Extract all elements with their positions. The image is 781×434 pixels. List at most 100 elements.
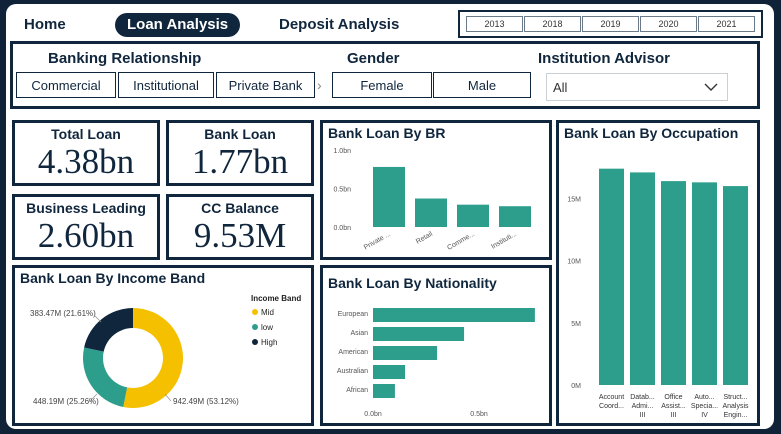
y-tick-label: 0.5bn (333, 187, 351, 194)
chart-bank-loan-by-nationality: Bank Loan By Nationality European Asian Am… (320, 265, 552, 426)
x-tick-label: Private ... (363, 231, 392, 252)
x-tick-label: Datab... (630, 394, 655, 401)
x-tick-label: 0.0bn (364, 411, 382, 418)
x-tick-label: IV (701, 412, 708, 419)
y-tick-label: 5M (571, 321, 581, 328)
dashboard-canvas: Home Loan Analysis Deposit Analysis 2013… (6, 4, 774, 429)
banking-relationship-title: Banking Relationship (48, 50, 202, 67)
y-tick-label: African (346, 387, 368, 394)
y-tick-label: 10M (567, 259, 581, 266)
bar-2 (373, 346, 438, 360)
leader-line (164, 393, 172, 402)
bar-1 (373, 327, 465, 341)
data-label: 448.19M (25.26%) (33, 397, 99, 406)
bar-4 (723, 186, 748, 385)
nav-deposit-analysis[interactable]: Deposit Analysis (279, 13, 399, 37)
kpi-bank-loan: Bank Loan 1.77bn (166, 120, 314, 186)
bar-0 (373, 166, 405, 227)
nav-loan-analysis[interactable]: Loan Analysis (115, 13, 241, 37)
year-button-2013[interactable]: 2013 (466, 16, 523, 32)
bar-3 (373, 365, 406, 379)
x-tick-label: Account (599, 394, 624, 401)
filter-female[interactable]: Female (332, 72, 432, 98)
kpi-total-loan-title: Total Loan (51, 126, 121, 142)
occupation-chart-svg: 0M 5M 10M 15M Account Coord... Datab... Admi...… (567, 168, 749, 419)
y-tick-label: Australian (337, 368, 368, 375)
y-tick-label: Asian (350, 330, 368, 337)
kpi-cc-balance-title: CC Balance (201, 200, 279, 216)
chart-bank-loan-by-income-band: Bank Loan By Income Band 942.49M (53.12%… (12, 265, 314, 426)
kpi-bank-loan-title: Bank Loan (204, 126, 276, 142)
year-button-2019[interactable]: 2019 (582, 16, 639, 32)
x-tick-label: Auto... (694, 394, 714, 401)
x-tick-label: Specia... (691, 403, 718, 410)
kpi-business-leading: Business Leading 2.60bn (12, 194, 160, 260)
legend-label: High (261, 338, 277, 347)
br-chart-svg: 0.0bn 0.5bn 1.0bn Private ... Retail Comme...… (333, 148, 531, 252)
filter-male[interactable]: Male (433, 72, 531, 98)
kpi-business-leading-value: 2.60bn (37, 216, 135, 255)
x-tick-label: Coord... (599, 403, 624, 410)
bar-0 (373, 308, 535, 322)
bar-2 (661, 181, 686, 385)
legend-marker (252, 309, 258, 315)
chart-bank-loan-by-occupation: Bank Loan By Occupation 0M 5M 10M 15M Accoun… (556, 120, 760, 426)
legend-marker (252, 339, 258, 345)
x-tick-label: Engin... (724, 412, 748, 419)
gender-title: Gender (347, 50, 400, 67)
leader-line (94, 315, 102, 323)
chevron-down-icon (703, 79, 719, 98)
x-tick-label: Instituti... (490, 231, 518, 251)
y-tick-label: 1.0bn (333, 148, 351, 155)
institution-advisor-dropdown[interactable]: All (546, 73, 728, 101)
kpi-cc-balance: CC Balance 9.53M (166, 194, 314, 260)
y-tick-label: American (338, 349, 368, 356)
bar-3 (499, 206, 531, 227)
x-tick-label: Retail (415, 230, 434, 245)
bar-1 (415, 198, 447, 227)
x-tick-label: Analysis (722, 403, 749, 410)
x-tick-label: III (671, 412, 677, 419)
legend-label: Mid (261, 308, 274, 317)
year-slicer: 2013 2018 2019 2020 2021 (458, 10, 763, 38)
bar-3 (692, 182, 717, 385)
x-tick-label: III (640, 412, 646, 419)
dropdown-value: All (553, 79, 568, 95)
x-tick-label: Assist... (661, 403, 686, 410)
bar-1 (630, 172, 655, 385)
nav-home[interactable]: Home (24, 13, 66, 37)
legend-label: low (261, 323, 273, 332)
legend-title: Income Band (251, 294, 301, 303)
income-band-chart-svg: 942.49M (53.12%) 448.19M (25.26%) 383.47M … (30, 294, 301, 408)
nationality-chart-svg: European Asian American Australian African 0.… (337, 308, 535, 418)
institution-advisor-title: Institution Advisor (538, 50, 670, 67)
y-tick-label: 15M (567, 197, 581, 204)
kpi-cc-balance-value: 9.53M (193, 216, 287, 255)
bar-0 (599, 168, 624, 385)
year-button-2021[interactable]: 2021 (698, 16, 755, 32)
bar-2 (457, 204, 489, 227)
x-tick-label: 0.5bn (470, 411, 488, 418)
x-tick-label: Comme... (446, 231, 476, 252)
kpi-business-leading-title: Business Leading (26, 200, 146, 216)
year-button-2020[interactable]: 2020 (640, 16, 697, 32)
legend-marker (252, 324, 258, 330)
y-tick-label: 0.0bn (333, 225, 351, 232)
chart-bank-loan-by-br: Bank Loan By BR 0.0bn 0.5bn 1.0bn Private .… (320, 120, 552, 260)
y-tick-label: 0M (571, 383, 581, 390)
filter-commercial[interactable]: Commercial (16, 72, 116, 98)
year-button-2018[interactable]: 2018 (524, 16, 581, 32)
filter-institutional[interactable]: Institutional (118, 72, 214, 98)
data-label: 383.47M (21.61%) (30, 309, 96, 318)
filter-private-bank[interactable]: Private Bank (216, 72, 315, 98)
bar-4 (373, 384, 395, 398)
y-tick-label: European (338, 311, 368, 318)
kpi-total-loan: Total Loan 4.38bn (12, 120, 160, 186)
chevron-right-icon[interactable]: › (317, 77, 322, 93)
x-tick-label: Office (664, 394, 682, 401)
kpi-total-loan-value: 4.38bn (37, 142, 135, 181)
x-tick-label: Struct... (723, 394, 747, 401)
x-tick-label: Admi... (632, 403, 654, 410)
kpi-bank-loan-value: 1.77bn (191, 142, 289, 181)
data-label: 942.49M (53.12%) (173, 397, 239, 406)
